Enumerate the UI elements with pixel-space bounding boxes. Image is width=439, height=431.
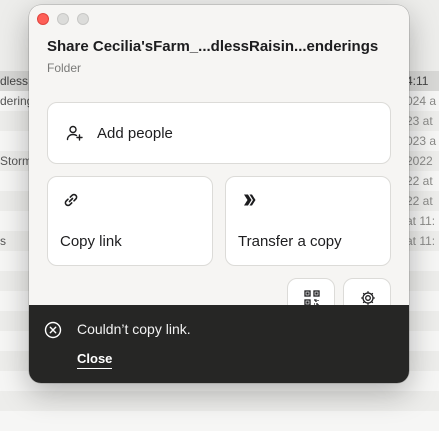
list-item-date: 023 a	[406, 134, 437, 148]
copy-link-button[interactable]: Copy link	[47, 176, 213, 266]
x-circle-icon	[44, 321, 62, 344]
error-toast: Couldn’t copy link. Close	[29, 305, 409, 383]
list-item[interactable]	[0, 411, 439, 431]
close-window-button[interactable]	[37, 13, 49, 25]
transfer-logo-icon	[240, 191, 258, 214]
link-icon	[62, 191, 80, 214]
list-item-date: 23 at	[406, 114, 433, 128]
list-item-date: 2022	[406, 154, 433, 168]
window-controls	[37, 13, 89, 25]
dialog-subtitle: Folder	[47, 61, 82, 75]
toast-message: Couldn’t copy link.	[77, 321, 191, 337]
add-people-label: Add people	[97, 125, 173, 142]
copy-link-label: Copy link	[60, 233, 122, 250]
share-dialog: Share Cecilia'sFarm_...dlessRaisin...end…	[29, 5, 409, 383]
list-item-date: 22 at	[406, 174, 433, 188]
list-item-date: 22 at	[406, 194, 433, 208]
dialog-title: Share Cecilia'sFarm_...dlessRaisin...end…	[47, 38, 379, 55]
list-item[interactable]	[0, 391, 439, 411]
list-item-date: 4:11	[406, 74, 429, 88]
minimize-window-button[interactable]	[57, 13, 69, 25]
toast-close-button[interactable]: Close	[77, 351, 113, 369]
transfer-copy-label: Transfer a copy	[238, 233, 342, 250]
transfer-copy-button[interactable]: Transfer a copy	[225, 176, 391, 266]
list-item-date: 024 a	[406, 94, 437, 108]
zoom-window-button[interactable]	[77, 13, 89, 25]
list-item-date: at 11:	[406, 234, 436, 248]
list-item-date: at 11:	[406, 214, 436, 228]
person-plus-icon	[66, 124, 84, 147]
add-people-button[interactable]: Add people	[47, 102, 391, 164]
